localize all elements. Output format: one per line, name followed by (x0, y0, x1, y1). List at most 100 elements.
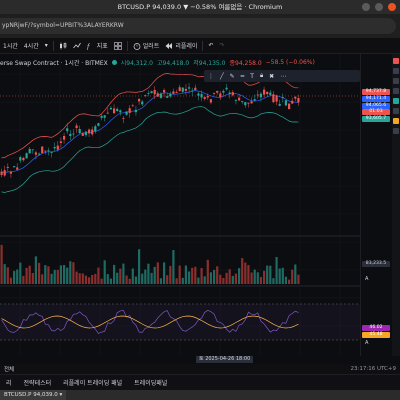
auto-scale-button[interactable]: A (365, 340, 368, 346)
ideas-icon[interactable] (393, 108, 399, 114)
close-icon[interactable] (388, 3, 396, 11)
candle-body (209, 99, 212, 103)
lock-icon[interactable]: 🔒︎ (260, 72, 263, 80)
line-chart-icon[interactable] (70, 42, 84, 50)
candle-body (34, 152, 37, 155)
candle-body (194, 87, 197, 90)
candles-icon[interactable] (56, 42, 70, 50)
volume-bar (38, 262, 41, 284)
layout-grid-icon[interactable] (111, 41, 125, 50)
candle-body (22, 157, 25, 161)
volume-bar (197, 277, 200, 284)
candle-body (72, 133, 75, 135)
range-all-button[interactable]: 전체 (0, 365, 14, 373)
price-chart[interactable] (0, 54, 360, 356)
brush-icon[interactable]: ✎ (230, 73, 235, 80)
volume-bar (106, 274, 109, 284)
bb-lower-line (1, 106, 299, 193)
tab-strategy-tester[interactable]: 전략테스터 (18, 378, 58, 387)
candle-body (256, 94, 259, 96)
volume-bar (191, 267, 194, 284)
volume-bar (88, 277, 91, 284)
text-icon[interactable]: T (250, 73, 254, 80)
chart-pane[interactable]: erse Swap Contract · 1시간 · BITMEX 시94,31… (0, 54, 360, 356)
watchlist-icon[interactable] (393, 58, 399, 64)
candle-body (238, 97, 241, 101)
auto-scale-button[interactable]: A (365, 276, 368, 282)
volume-bar (19, 262, 22, 284)
alert-button[interactable]: 얼러트 (130, 41, 163, 50)
candle-body (284, 100, 287, 106)
legend-high: 고94,418.0 (156, 60, 190, 67)
minimize-icon[interactable] (362, 3, 370, 11)
news-icon[interactable] (393, 78, 399, 84)
candle-body (188, 87, 191, 89)
calendar-icon[interactable] (393, 88, 399, 94)
maximize-icon[interactable] (375, 3, 383, 11)
candle-body (150, 91, 153, 93)
volume-bar (297, 274, 300, 284)
candle-body (219, 93, 222, 98)
candle-body (31, 149, 34, 151)
clock-label[interactable]: 23:17:16 UTC+9 (351, 366, 400, 372)
interval-4h-button[interactable]: 4시간 (21, 41, 42, 50)
volume-bar (72, 262, 75, 284)
candle-body (59, 141, 62, 143)
more-icon[interactable]: ⋯ (280, 73, 286, 80)
bb-basis-line (1, 90, 299, 173)
trendline-icon[interactable]: ╱ (220, 73, 224, 80)
line-width-icon[interactable]: ━ (241, 73, 245, 80)
undo-icon[interactable]: ↶ (205, 42, 216, 49)
candle-body (269, 92, 272, 95)
candle-body (97, 123, 100, 126)
volume-bar (144, 269, 147, 284)
interval-1h-button[interactable]: 1시간 (0, 41, 21, 50)
volume-bar (250, 272, 253, 284)
candle-body (100, 115, 103, 118)
time-axis[interactable]: 토 2025-04-26 18:00 (0, 356, 400, 364)
volume-bar (25, 267, 28, 284)
redo-icon[interactable]: ↷ (216, 42, 227, 49)
volume-bar (44, 265, 47, 284)
volume-tag: 83,233.5 (362, 261, 390, 267)
volume-bar (291, 269, 294, 284)
volume-bar (56, 269, 59, 284)
candle-body (41, 146, 44, 153)
candle-body (250, 101, 253, 104)
price-scale[interactable]: 94,737.8 94,171.4 94,065.6 01:03 93,605.… (360, 54, 392, 356)
chat-icon[interactable] (393, 98, 399, 104)
taskbar-window-tab[interactable]: BTCUSD.P 94,039.0 ▾ (0, 390, 67, 400)
trash-icon[interactable]: ✖ (269, 73, 274, 80)
interval-dropdown-icon[interactable]: ▾ (42, 42, 51, 49)
volume-bar (103, 260, 106, 284)
indicators-button[interactable]: ƒ 지표 (84, 41, 111, 50)
volume-bar (206, 259, 209, 284)
tab-trading-panel[interactable]: 트레이딩패널 (128, 378, 173, 387)
candle-body (38, 153, 41, 155)
osc-tag: 45.48 (362, 332, 390, 338)
tab-replay-trading[interactable]: 리플레이 트레이딩 패널 (57, 378, 128, 387)
candle-body (128, 108, 131, 113)
volume-bar (100, 278, 103, 284)
alerts-icon[interactable] (393, 68, 399, 74)
candle-body (247, 102, 250, 104)
volume-bar (50, 273, 53, 284)
tab-screener[interactable]: 리 (0, 378, 18, 387)
help-icon[interactable] (393, 128, 399, 134)
candle-body (88, 129, 91, 134)
replay-button[interactable]: 리플레이 (162, 41, 200, 50)
volume-bar (234, 273, 237, 284)
candle-body (47, 150, 50, 152)
candle-body (181, 87, 184, 92)
candle-body (113, 108, 116, 114)
drag-handle-icon[interactable]: ⋮ (208, 73, 214, 80)
notifications-icon[interactable] (393, 118, 399, 124)
volume-bar (253, 269, 256, 284)
volume-bar (59, 265, 62, 284)
volume-bar (113, 264, 116, 284)
alert-label: 얼러트 (142, 43, 160, 50)
candle-body (122, 118, 125, 119)
candle-body (213, 93, 216, 94)
candle-body (197, 93, 200, 96)
url-field[interactable]: ypNRjwF/?symbol=UPBIT%3ALAYERKRW (0, 18, 396, 34)
